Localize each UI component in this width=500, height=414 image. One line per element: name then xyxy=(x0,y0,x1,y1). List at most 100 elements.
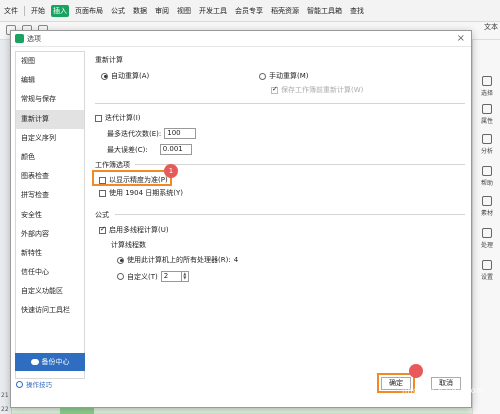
auto-recalc-option[interactable]: 自动重算(A) xyxy=(101,71,149,81)
options-content: 重新计算 自动重算(A) 手动重算(M) 保存工作簿前重新计算(W) 迭代计算(… xyxy=(91,51,467,379)
menu-page-layout[interactable]: 页面布局 xyxy=(73,5,105,17)
panel-label: 选择 xyxy=(480,90,493,97)
menu-file[interactable]: 文件 xyxy=(2,5,20,17)
panel-label: 设置 xyxy=(480,274,493,281)
highlight-box xyxy=(92,170,172,186)
max-iterations-input[interactable]: 100 xyxy=(164,128,197,139)
menu-separator xyxy=(24,5,25,16)
nav-item-security[interactable]: 安全性 xyxy=(16,206,84,225)
use-all-processors-option[interactable]: 使用此计算机上的所有处理器(R): 4 xyxy=(117,255,238,265)
panel-settings[interactable]: 设置 xyxy=(473,260,500,281)
menu-home[interactable]: 开始 xyxy=(29,5,47,17)
dialog-title: 选项 xyxy=(27,34,41,43)
divider xyxy=(95,103,465,104)
custom-threads-stepper[interactable]: 2 ▲ ▼ xyxy=(160,271,189,282)
use-all-processors-radio[interactable] xyxy=(117,256,124,264)
help-icon xyxy=(482,166,492,176)
menu-member[interactable]: 会员专享 xyxy=(233,5,265,17)
multithread-option[interactable]: 启用多线程计算(U) xyxy=(99,225,169,235)
menu-formulas[interactable]: 公式 xyxy=(109,5,127,17)
date1904-option[interactable]: 使用 1904 日期系统(Y) xyxy=(99,188,183,198)
multithread-label: 启用多线程计算(U) xyxy=(109,226,169,234)
custom-threads-value: 2 xyxy=(163,272,169,280)
nav-item-spell-check[interactable]: 拼写检查 xyxy=(16,186,84,205)
close-icon[interactable]: × xyxy=(457,33,465,44)
select-icon xyxy=(482,76,492,86)
threads-title: 计算线程数 xyxy=(111,241,146,249)
menu-search[interactable]: 查找 xyxy=(348,5,366,17)
backup-label: 备份中心 xyxy=(41,358,70,366)
manual-recalc-option[interactable]: 手动重算(M) xyxy=(259,71,309,81)
save-recalc-checkbox xyxy=(271,85,278,94)
panel-label: 分析 xyxy=(480,148,493,155)
nav-item-recalculation[interactable]: 重新计算 xyxy=(16,109,84,129)
nav-item-quick-access[interactable]: 快速访问工具栏 xyxy=(16,301,84,320)
custom-threads-radio[interactable] xyxy=(117,273,124,280)
options-dialog: 选项 × 视图 编辑 常规与保存 重新计算 自定义序列 颜色 图表检查 拼写检查… xyxy=(10,30,472,408)
materials-icon xyxy=(482,196,492,206)
watermark: jingyan.baidu.com xyxy=(402,386,485,395)
menu-insert[interactable]: 插入 xyxy=(51,4,69,17)
row-number: 22 xyxy=(1,406,9,413)
auto-recalc-label: 自动重算(A) xyxy=(111,72,150,80)
nav-item-general-save[interactable]: 常规与保存 xyxy=(16,90,84,109)
section-workbook-title: 工作簿选项 xyxy=(95,161,130,169)
menu-docer[interactable]: 稻壳资源 xyxy=(269,5,301,17)
iteration-option[interactable]: 迭代计算(I) xyxy=(95,113,141,123)
menu-view[interactable]: 视图 xyxy=(175,5,193,17)
step-badge: 1 xyxy=(164,164,178,178)
backup-center-button[interactable]: 备份中心 xyxy=(15,353,85,371)
divider xyxy=(135,164,465,165)
manual-recalc-radio[interactable] xyxy=(259,72,266,80)
panel-top-label: 文本 xyxy=(484,23,498,31)
custom-threads-option[interactable]: 自定义(T) 2 ▲ ▼ xyxy=(117,271,189,282)
panel-analysis[interactable]: 分析 xyxy=(473,134,500,155)
nav-item-edit[interactable]: 编辑 xyxy=(16,71,84,90)
panel-process[interactable]: 处理 xyxy=(473,228,500,249)
auto-recalc-radio[interactable] xyxy=(101,72,108,80)
panel-label: 属性 xyxy=(480,118,493,125)
section-recalc-title: 重新计算 xyxy=(95,56,123,64)
section-formula-title: 公式 xyxy=(95,211,109,219)
menu-review[interactable]: 审阅 xyxy=(153,5,171,17)
menu-smart-tools[interactable]: 智能工具箱 xyxy=(305,5,344,17)
menu-bar: 文件 开始 插入 页面布局 公式 数据 审阅 视图 开发工具 会员专享 稻壳资源… xyxy=(0,0,500,22)
menu-data[interactable]: 数据 xyxy=(131,5,149,17)
step-badge-2 xyxy=(409,364,423,378)
nav-item-view[interactable]: 视图 xyxy=(16,52,84,71)
max-error-input[interactable]: 0.001 xyxy=(159,144,192,155)
panel-help[interactable]: 帮助 xyxy=(473,166,500,187)
date1904-label: 使用 1904 日期系统(Y) xyxy=(109,189,184,197)
date1904-checkbox[interactable] xyxy=(99,189,106,197)
right-side-panel: 选择 属性 分析 帮助 素材 处理 设置 xyxy=(472,40,500,414)
tips-label: 操作技巧 xyxy=(26,381,52,389)
settings-icon xyxy=(482,260,492,270)
dialog-titlebar: 选项 × xyxy=(11,31,471,47)
nav-item-customize-ribbon[interactable]: 自定义功能区 xyxy=(16,282,84,301)
panel-properties[interactable]: 属性 xyxy=(473,104,500,125)
max-iterations-label: 最多迭代次数(E): xyxy=(107,129,162,138)
multithread-checkbox[interactable] xyxy=(99,225,106,234)
panel-label: 素材 xyxy=(480,210,493,217)
app-logo-icon xyxy=(15,34,24,43)
panel-select[interactable]: 选择 xyxy=(473,76,500,97)
processor-count: 4 xyxy=(233,256,239,264)
save-recalc-option: 保存工作簿前重新计算(W) xyxy=(271,85,363,95)
nav-item-color[interactable]: 颜色 xyxy=(16,148,84,167)
process-icon xyxy=(482,228,492,238)
options-nav: 视图 编辑 常规与保存 重新计算 自定义序列 颜色 图表检查 拼写检查 安全性 … xyxy=(15,51,85,379)
nav-item-external-content[interactable]: 外部内容 xyxy=(16,225,84,244)
use-all-processors-label: 使用此计算机上的所有处理器(R): xyxy=(127,256,231,264)
max-error-row: 最大误差(C): 0.001 xyxy=(107,144,192,155)
nav-item-chart-check[interactable]: 图表检查 xyxy=(16,167,84,186)
nav-item-new-features[interactable]: 新特性 xyxy=(16,244,84,263)
nav-item-trust-center[interactable]: 信任中心 xyxy=(16,263,84,282)
iteration-checkbox[interactable] xyxy=(95,114,102,122)
cloud-icon xyxy=(30,359,39,365)
panel-materials[interactable]: 素材 xyxy=(473,196,500,217)
menu-developer[interactable]: 开发工具 xyxy=(197,5,229,17)
panel-label: 帮助 xyxy=(480,180,493,187)
nav-item-custom-lists[interactable]: 自定义序列 xyxy=(16,129,84,148)
stepper-arrows-icon[interactable]: ▲ ▼ xyxy=(180,272,188,281)
tips-link[interactable]: 操作技巧 xyxy=(16,379,52,389)
